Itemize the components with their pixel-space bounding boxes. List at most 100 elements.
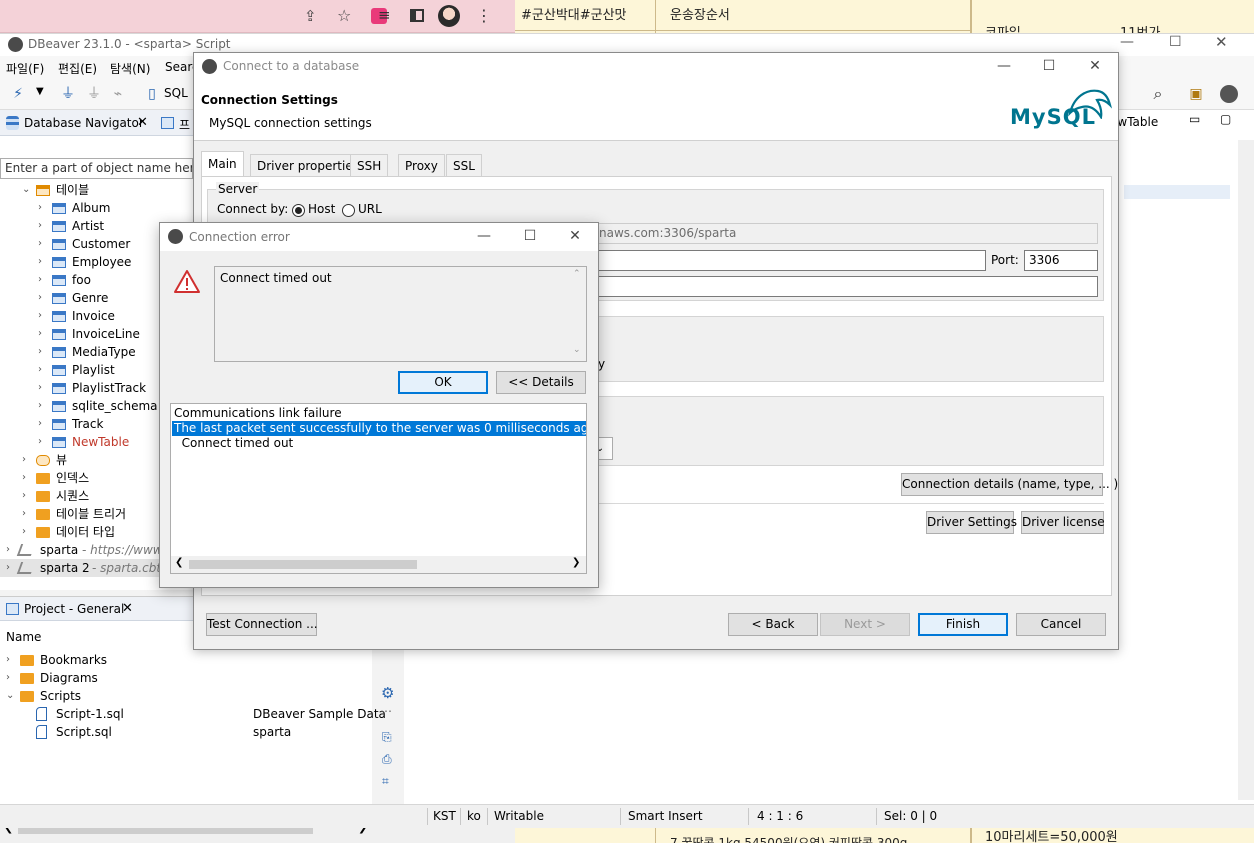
status-bar: KST ko Writable Smart Insert 4 : 1 : 6 S…: [0, 804, 1254, 828]
database-field[interactable]: [588, 276, 1098, 297]
more-icon[interactable]: ⋮: [476, 6, 492, 25]
next-button[interactable]: Next >: [820, 613, 910, 636]
test-connection-button[interactable]: Test Connection ...: [206, 613, 318, 636]
navigator-filter-input[interactable]: Enter a part of object name here: [0, 158, 193, 179]
folder-icon: [20, 673, 34, 684]
tree-label: MediaType: [72, 345, 136, 359]
status-locale: ko: [467, 809, 481, 823]
error-log-icon[interactable]: ⎙: [382, 752, 392, 767]
tree-label: foo: [72, 273, 91, 287]
dropdown-arrow-icon[interactable]: ▼: [36, 86, 44, 97]
chevron-right-icon: ›: [38, 274, 42, 285]
project-tree-item[interactable]: Script-1.sql DBeaver Sample Data: [36, 705, 386, 723]
connection-name: sparta: [40, 543, 79, 557]
driver-license-button[interactable]: Driver license: [1021, 511, 1105, 534]
window-minimize-button[interactable]: —: [1120, 34, 1134, 50]
dolphin-icon: [1067, 89, 1113, 119]
close-icon[interactable]: ✕: [122, 601, 133, 616]
close-button[interactable]: ✕: [565, 227, 585, 245]
back-button[interactable]: < Back: [728, 613, 818, 636]
connect-icon[interactable]: ⏚: [60, 86, 76, 102]
maximize-button[interactable]: ☐: [1039, 57, 1059, 75]
host-field[interactable]: [588, 250, 986, 271]
project-general-tab[interactable]: Project - General: [24, 602, 124, 616]
details-line[interactable]: Communications link failure: [174, 406, 342, 420]
tab-main[interactable]: Main: [201, 151, 244, 177]
error-details-list[interactable]: Communications link failure The last pac…: [170, 403, 587, 574]
radio-url-label: URL: [358, 202, 382, 216]
details-line-selected[interactable]: The last packet sent successfully to the…: [172, 421, 586, 436]
project-tree-item[interactable]: › Bookmarks: [6, 651, 372, 669]
tree-label: Employee: [72, 255, 132, 269]
minimize-button[interactable]: —: [994, 57, 1014, 75]
maximize-button[interactable]: ☐: [520, 227, 540, 245]
details-line[interactable]: Connect timed out: [174, 436, 294, 450]
more-icon[interactable]: ⋯: [380, 704, 392, 718]
tab-ssl[interactable]: SSL: [446, 154, 482, 176]
port-field[interactable]: 3306: [1024, 250, 1098, 271]
tab-driver-properties[interactable]: Driver properties: [250, 154, 366, 176]
dbeaver-perspective-icon[interactable]: [1220, 85, 1238, 103]
minimize-icon[interactable]: ▭: [1189, 112, 1200, 126]
ok-button[interactable]: OK: [398, 371, 488, 394]
new-connection-icon[interactable]: ⚡: [10, 86, 26, 102]
jdbc-url-field[interactable]: naws.com:3306/sparta: [588, 223, 1098, 244]
tab-ssh[interactable]: SSH: [350, 154, 389, 176]
menu-file[interactable]: 파일(F): [6, 60, 44, 77]
tree-label: PlaylistTrack: [72, 381, 147, 395]
share-icon[interactable]: ⇪: [304, 7, 317, 25]
sidebar-icon[interactable]: [410, 9, 424, 22]
dbeaver-logo-icon: [168, 229, 183, 244]
database-navigator-tab[interactable]: Database Navigator: [24, 116, 144, 130]
radio-url[interactable]: [342, 204, 355, 217]
folder-icon: [20, 691, 34, 702]
tab-proxy[interactable]: Proxy: [398, 154, 445, 176]
disconnect-all-icon[interactable]: ⌁: [110, 86, 126, 102]
cancel-button[interactable]: Cancel: [1016, 613, 1106, 636]
window-close-button[interactable]: ✕: [1215, 33, 1228, 51]
finish-button[interactable]: Finish: [918, 613, 1008, 636]
menu-edit[interactable]: 편집(E): [58, 60, 97, 77]
view-icon: [36, 455, 50, 466]
error-message-box[interactable]: Connect timed out ⌃ ⌄: [214, 266, 587, 362]
perspective-icon[interactable]: ▣: [1188, 86, 1204, 102]
sql-button[interactable]: SQL: [164, 86, 188, 100]
projects-tab[interactable]: 프: [179, 116, 190, 133]
window-maximize-button[interactable]: ☐: [1169, 34, 1182, 50]
playlist-icon[interactable]: ≡: [378, 6, 391, 24]
maximize-icon[interactable]: ▢: [1220, 112, 1231, 126]
star-icon[interactable]: ☆: [337, 6, 351, 25]
project-icon: [6, 603, 19, 615]
status-cursor-position: 4 : 1 : 6: [757, 809, 804, 823]
chevron-right-icon: ›: [38, 436, 42, 447]
project-tree-item[interactable]: › Diagrams: [6, 669, 372, 687]
table-icon: [52, 203, 66, 214]
export-icon[interactable]: ⎘: [382, 730, 392, 745]
details-horizontal-scrollbar[interactable]: ❮ ❯: [171, 556, 586, 573]
menu-navigate[interactable]: 탐색(N): [110, 60, 150, 77]
table-icon: [52, 419, 66, 430]
details-button[interactable]: << Details: [496, 371, 586, 394]
editor-vertical-scrollbar[interactable]: [1238, 140, 1254, 800]
close-button[interactable]: ✕: [1085, 57, 1105, 75]
project-tree-item[interactable]: ⌄ Scripts: [6, 687, 372, 705]
radio-host[interactable]: [292, 204, 305, 217]
avatar[interactable]: [438, 5, 460, 27]
search-icon[interactable]: ⌕: [1150, 86, 1166, 102]
variables-icon[interactable]: ⌗: [382, 774, 389, 789]
project-item-name: Bookmarks: [40, 653, 108, 667]
sql-editor-icon[interactable]: ▯: [144, 86, 160, 102]
driver-settings-button[interactable]: Driver Settings: [926, 511, 1017, 534]
chevron-right-icon: ›: [38, 310, 42, 321]
dbeaver-logo-icon: [8, 37, 23, 52]
message-vertical-scrollbar[interactable]: ⌃ ⌄: [570, 267, 586, 361]
disconnect-icon[interactable]: ⏚: [86, 86, 102, 102]
close-icon[interactable]: ✕: [137, 115, 148, 130]
project-tree-item[interactable]: Script.sql sparta: [36, 723, 372, 741]
folder-icon: [36, 527, 50, 538]
settings-icon[interactable]: ⚙: [381, 684, 394, 702]
connection-details-button[interactable]: Connection details (name, type, ... ): [901, 473, 1118, 496]
notebook-text: 7 꿀딱콩 1kg 54500원(오연) 커피딱콩 300g: [670, 836, 908, 843]
tree-label: 뷰: [56, 453, 68, 467]
minimize-button[interactable]: —: [474, 227, 494, 245]
